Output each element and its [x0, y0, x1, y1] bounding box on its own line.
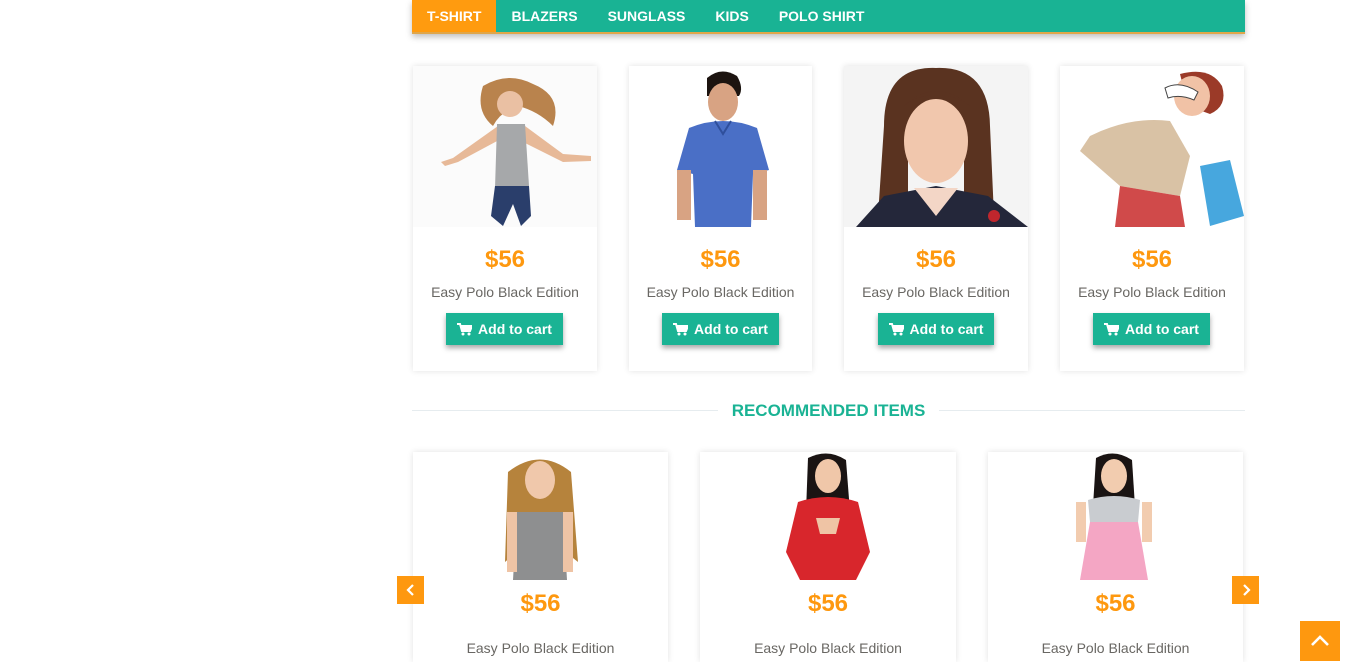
recommended-card: $56 Easy Polo Black Edition — [700, 452, 956, 662]
product-card: $56 Easy Polo Black Edition Add to cart — [844, 66, 1028, 371]
tab-polo-shirt[interactable]: POLO SHIRT — [764, 0, 880, 32]
product-price: $56 — [1131, 246, 1173, 273]
category-tabs: T-SHIRT BLAZERS SUNGLASS KIDS POLO SHIRT — [412, 0, 1245, 34]
add-to-cart-label: Add to cart — [694, 321, 768, 337]
recommended-card: $56 Easy Polo Black Edition — [413, 452, 668, 662]
chevron-up-icon — [1311, 635, 1329, 646]
product-price: $56 — [915, 246, 957, 273]
recommended-card: $56 Easy Polo Black Edition — [988, 452, 1243, 662]
recommended-image — [988, 452, 1243, 580]
product-card: $56 Easy Polo Black Edition Add to cart — [413, 66, 597, 371]
product-name: Easy Polo Black Edition — [1078, 284, 1226, 300]
product-image — [1060, 66, 1244, 227]
recommended-image — [700, 452, 956, 580]
product-card: $56 Easy Polo Black Edition Add to cart — [1060, 66, 1244, 371]
shopping-cart-icon — [457, 322, 473, 335]
carousel-prev-button[interactable] — [397, 576, 424, 604]
shopping-cart-icon — [673, 322, 689, 335]
add-to-cart-label: Add to cart — [909, 321, 984, 337]
product-name: Easy Polo Black Edition — [431, 284, 579, 300]
tab-blazers[interactable]: BLAZERS — [496, 0, 592, 32]
recommended-price: $56 — [807, 590, 849, 617]
recommended-name: Easy Polo Black Edition — [754, 640, 902, 656]
recommended-name: Easy Polo Black Edition — [1041, 640, 1190, 656]
add-to-cart-button[interactable]: Add to cart — [662, 313, 779, 345]
tab-kids[interactable]: KIDS — [700, 0, 763, 32]
product-card: $56 Easy Polo Black Edition Add to cart — [629, 66, 812, 371]
recommended-name: Easy Polo Black Edition — [466, 640, 615, 656]
product-image — [629, 66, 812, 227]
product-name: Easy Polo Black Edition — [862, 284, 1010, 300]
product-image — [844, 66, 1028, 227]
add-to-cart-button[interactable]: Add to cart — [1093, 313, 1210, 345]
scroll-to-top-button[interactable] — [1300, 621, 1340, 661]
tab-t-shirt[interactable]: T-SHIRT — [412, 0, 497, 32]
carousel-next-button[interactable] — [1232, 576, 1259, 604]
shopping-cart-icon — [888, 322, 904, 335]
tab-sunglass[interactable]: SUNGLASS — [593, 0, 701, 32]
product-price: $56 — [700, 246, 741, 273]
chevron-right-icon — [1242, 584, 1251, 596]
add-to-cart-label: Add to cart — [1125, 321, 1199, 337]
product-price: $56 — [484, 246, 526, 273]
add-to-cart-button[interactable]: Add to cart — [446, 313, 563, 345]
recommended-price: $56 — [1095, 590, 1136, 617]
recommended-image — [413, 452, 668, 580]
add-to-cart-button[interactable]: Add to cart — [878, 313, 994, 345]
product-image — [413, 66, 597, 227]
product-name: Easy Polo Black Edition — [646, 284, 795, 300]
recommended-price: $56 — [520, 590, 561, 617]
shopping-cart-icon — [1104, 322, 1120, 335]
recommended-items-title: RECOMMENDED ITEMS — [731, 401, 926, 420]
add-to-cart-label: Add to cart — [478, 321, 552, 337]
chevron-left-icon — [405, 584, 414, 596]
